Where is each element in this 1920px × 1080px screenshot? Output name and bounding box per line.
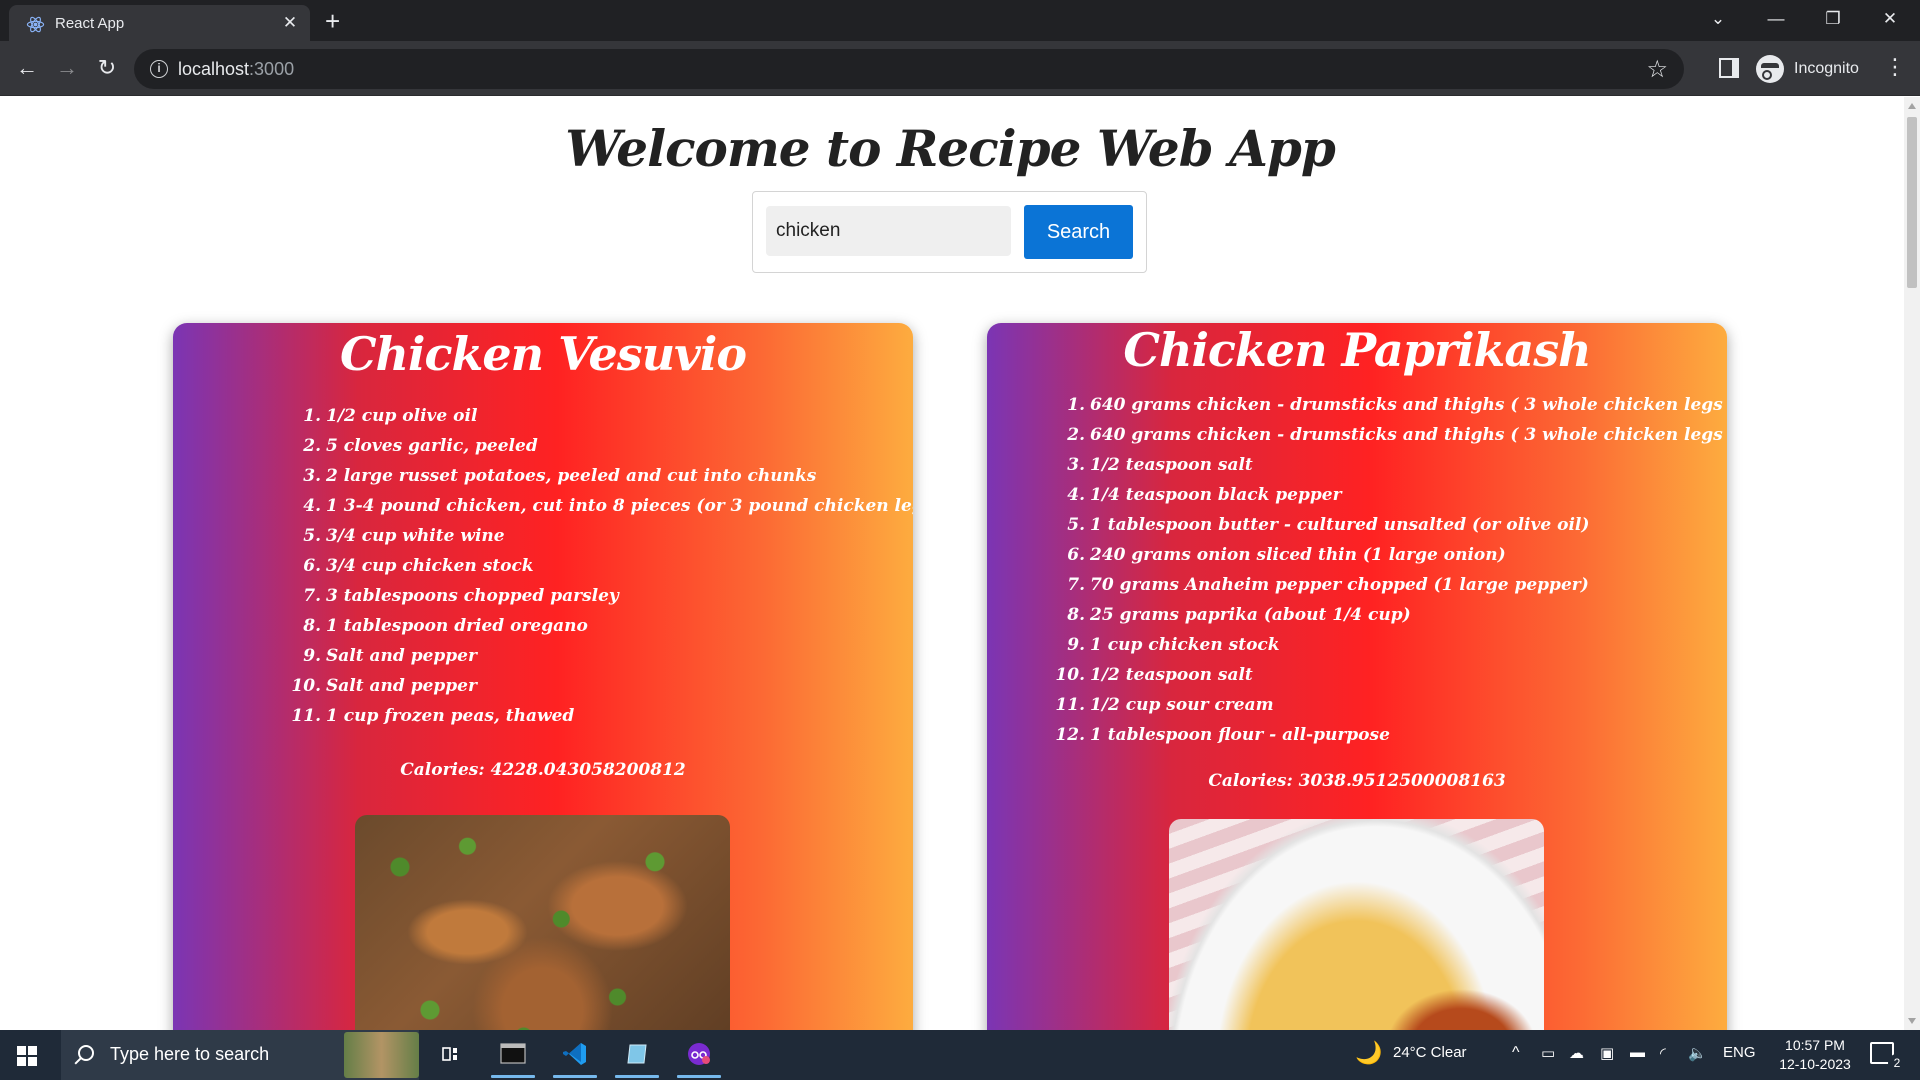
wifi-icon[interactable]: ◜ — [1660, 1044, 1666, 1062]
recipe-card: Chicken Vesuvio 1. 1/2 cup olive oil 2. 5 … — [173, 323, 913, 1030]
search-form: Search — [752, 191, 1147, 273]
incognito-label: Incognito — [1794, 60, 1859, 77]
ingredient-item: 5. 3/4 cup white wine — [303, 526, 505, 546]
recipe-image — [1169, 819, 1544, 1030]
notepad-app-icon[interactable] — [609, 1030, 665, 1080]
ingredient-item: 7. 3 tablespoons chopped parsley — [303, 586, 619, 606]
recipe-calories: Calories: 3038.9512500008163 — [1208, 771, 1506, 791]
tab-title: React App — [55, 15, 125, 32]
recipe-card: Chicken Paprikash 1. 640 grams chicken - … — [987, 323, 1727, 1030]
recipe-calories: Calories: 4228.043058200812 — [400, 760, 686, 780]
windows-start-icon[interactable] — [17, 1046, 37, 1066]
taskbar-search-box[interactable]: Type here to search — [61, 1030, 419, 1080]
page-title: Welcome to Recipe Web App — [565, 119, 1336, 178]
system-clock[interactable]: 10:57 PM 12-10-2023 — [1770, 1036, 1860, 1074]
clock-time: 10:57 PM — [1785, 1037, 1845, 1053]
os-taskbar: Type here to search 🌙 24°C Clear ^ ▭ ☁ ▣… — [0, 1030, 1920, 1080]
meet-camera-icon[interactable]: ▭ — [1541, 1044, 1555, 1062]
ingredient-item: 8. 1 tablespoon dried oregano — [303, 616, 588, 636]
recipe-title: Chicken Paprikash — [1123, 323, 1591, 377]
ingredient-item: 11. 1 cup frozen peas, thawed — [291, 706, 575, 726]
show-hidden-icons-chevron-icon[interactable]: ^ — [1512, 1044, 1520, 1062]
ingredient-item: 9. 1 cup chicken stock — [1067, 635, 1280, 655]
page-scrollbar[interactable] — [1904, 97, 1920, 1030]
bookmark-star-icon[interactable]: ☆ — [1646, 55, 1668, 84]
search-highlight-image — [344, 1032, 419, 1078]
close-window-icon[interactable]: ✕ — [1870, 5, 1910, 33]
weather-text[interactable]: 24°C Clear — [1393, 1044, 1467, 1061]
ingredient-item: 4. 1/4 teaspoon black pepper — [1067, 485, 1342, 505]
network-display-icon[interactable]: ▣ — [1600, 1044, 1614, 1062]
ingredient-item: 10. 1/2 teaspoon salt — [1055, 665, 1253, 685]
notification-count-badge: 2 — [1888, 1054, 1906, 1072]
ingredient-item: 12. 1 tablespoon flour - all-purpose — [1055, 725, 1390, 745]
search-input[interactable] — [766, 206, 1011, 256]
cloud-sync-icon[interactable]: ☁ — [1569, 1044, 1584, 1062]
ingredient-list: 1. 640 grams chicken - drumsticks and thi… — [1055, 390, 1727, 750]
ingredient-item: 6. 240 grams onion sliced thin (1 large o… — [1067, 545, 1506, 565]
site-info-icon[interactable]: i — [150, 60, 168, 78]
ingredient-item: 3. 1/2 teaspoon salt — [1067, 455, 1253, 475]
recipe-image — [355, 815, 730, 1030]
minimize-icon[interactable]: — — [1756, 5, 1796, 33]
ingredient-item: 11. 1/2 cup sour cream — [1055, 695, 1274, 715]
ingredient-item: 8. 25 grams paprika (about 1/4 cup) — [1067, 605, 1411, 625]
url-text[interactable]: localhost:3000 — [178, 59, 294, 80]
ingredient-item: 6. 3/4 cup chicken stock — [303, 556, 534, 576]
ingredient-item: 7. 70 grams Anaheim pepper chopped (1 lar… — [1067, 575, 1589, 595]
ingredient-list: 1. 1/2 cup olive oil 2. 5 cloves garlic, p… — [291, 401, 913, 731]
restore-icon[interactable]: ❐ — [1813, 5, 1853, 33]
react-icon — [26, 16, 45, 33]
back-icon[interactable]: ← — [13, 54, 41, 82]
ingredient-item: 1. 1/2 cup olive oil — [303, 406, 478, 426]
browser-menu-icon[interactable]: ⋮ — [1884, 53, 1906, 81]
browser-tab[interactable]: React App ✕ — [9, 5, 310, 41]
incognito-profile[interactable]: Incognito — [1756, 54, 1859, 84]
scroll-down-arrow-icon[interactable] — [1908, 1018, 1916, 1024]
scroll-up-arrow-icon[interactable] — [1908, 103, 1916, 109]
battery-icon[interactable]: ▬ — [1630, 1044, 1645, 1061]
ingredient-item: 5. 1 tablespoon butter - cultured unsalte… — [1067, 515, 1590, 535]
ingredient-item: 4. 1 3-4 pound chicken, cut into 8 pieces… — [303, 496, 913, 516]
incognito-browser-app-icon[interactable] — [671, 1030, 727, 1080]
scroll-thumb[interactable] — [1907, 117, 1917, 288]
forward-icon[interactable]: → — [53, 54, 81, 82]
recipe-title: Chicken Vesuvio — [339, 327, 747, 381]
ingredient-item: 9. Salt and pepper — [303, 646, 477, 666]
close-tab-icon[interactable]: ✕ — [279, 12, 301, 34]
task-view-icon[interactable] — [423, 1030, 479, 1080]
ingredient-item: 2. 5 cloves garlic, peeled — [303, 436, 538, 456]
weather-moon-icon[interactable]: 🌙 — [1355, 1040, 1382, 1066]
ingredient-item: 2. 640 grams chicken - drumsticks and thi… — [1067, 425, 1727, 445]
incognito-icon — [1756, 55, 1784, 83]
reload-icon[interactable]: ↻ — [93, 54, 121, 82]
ingredient-item: 3. 2 large russet potatoes, peeled and cu… — [303, 466, 817, 486]
vscode-app-icon[interactable] — [547, 1030, 603, 1080]
browser-toolbar: ← → ↻ i localhost:3000 ☆ Incognito ⋮ — [0, 41, 1920, 96]
terminal-app-icon[interactable] — [485, 1030, 541, 1080]
ingredient-item: 1. 640 grams chicken - drumsticks and thi… — [1067, 395, 1727, 415]
new-tab-icon[interactable]: + — [325, 8, 340, 34]
page-viewport: Welcome to Recipe Web App Search Chicken… — [0, 97, 1904, 1030]
search-button[interactable]: Search — [1024, 205, 1133, 259]
tab-search-chevron-icon[interactable]: ⌄ — [1698, 5, 1738, 33]
volume-icon[interactable]: 🔈 — [1688, 1044, 1707, 1062]
clock-date: 12-10-2023 — [1779, 1056, 1851, 1072]
language-indicator[interactable]: ENG — [1723, 1044, 1756, 1061]
browser-tab-strip: React App ✕ + ⌄ — ❐ ✕ — [0, 0, 1920, 41]
ingredient-item: 10. Salt and pepper — [291, 676, 477, 696]
side-panel-icon[interactable] — [1719, 58, 1739, 78]
address-bar[interactable]: i localhost:3000 ☆ — [134, 49, 1684, 89]
taskbar-search-placeholder: Type here to search — [110, 1044, 270, 1064]
search-icon — [78, 1045, 94, 1061]
